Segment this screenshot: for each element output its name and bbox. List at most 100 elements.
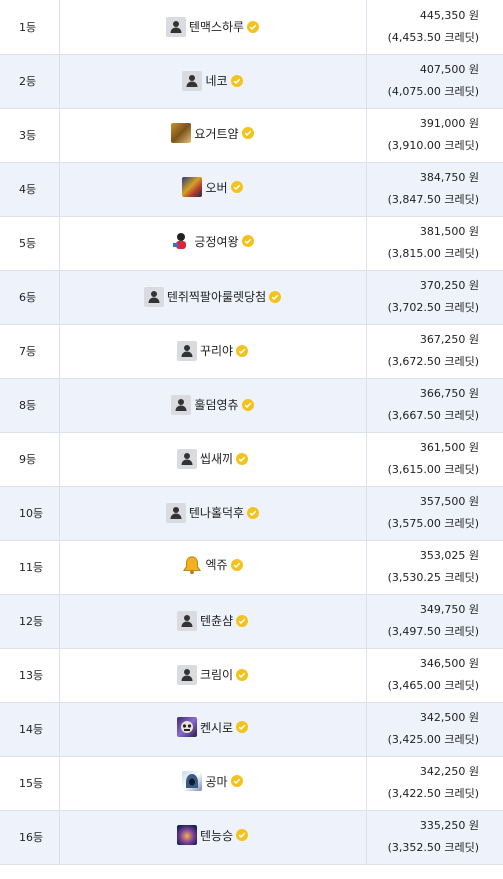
- table-row: 10등 텐나홀덕후 357,500 원 (3,575.00 크레딧): [0, 486, 503, 541]
- profile-image-icon: [182, 771, 203, 791]
- rank-cell: 7등: [0, 324, 60, 379]
- amount-credit: (3,702.50 크레딧): [387, 301, 479, 314]
- username: 텐맥스하루: [188, 20, 245, 34]
- profile-image-icon: [171, 231, 192, 251]
- verified-badge-icon: [236, 614, 249, 627]
- amount-won: 407,500 원: [419, 63, 479, 76]
- user-link[interactable]: 크림이: [176, 664, 249, 685]
- amount-won: 445,350 원: [419, 8, 479, 22]
- profile-image-icon: [176, 717, 197, 737]
- default-avatar-icon: [176, 340, 197, 361]
- verified-badge-icon: [236, 452, 249, 465]
- user-link[interactable]: 공마: [182, 771, 243, 791]
- amount-won: 370,250 원: [419, 279, 479, 292]
- table-row: 15등 공마 342,250 원 (3,422.50 크레딧): [0, 756, 503, 811]
- verified-badge-icon: [230, 74, 243, 87]
- username: 네코: [205, 74, 228, 89]
- verified-badge-icon: [241, 398, 254, 411]
- amount-credit: (3,667.50 크레딧): [387, 409, 479, 422]
- user-link[interactable]: 오버: [182, 177, 243, 197]
- rank-cell: 8등: [0, 378, 60, 433]
- rank-cell: 12등: [0, 594, 60, 649]
- table-row: 4등 오버 384,750 원 (3,847.50 크레딧): [0, 162, 503, 217]
- table-row: 7등 꾸리야 367,250 원 (3,672.50 크레딧): [0, 324, 503, 379]
- user-link[interactable]: 텐츈샴: [176, 610, 249, 631]
- table-row: 9등 씹새끼 361,500 원 (3,615.00 크레딧): [0, 432, 503, 487]
- rank-cell: 5등: [0, 216, 60, 271]
- table-row: 12등 텐츈샴 349,750 원 (3,497.50 크레딧): [0, 594, 503, 649]
- verified-badge-icon: [241, 127, 254, 139]
- default-avatar-icon: [165, 502, 186, 523]
- amount-won: 366,750 원: [419, 387, 479, 400]
- bell-icon: [182, 555, 202, 575]
- rank-cell: 15등: [0, 756, 60, 811]
- user-link[interactable]: 엑쥬: [182, 555, 243, 575]
- verified-badge-icon: [236, 344, 249, 357]
- username: 텐츈샴: [199, 614, 234, 629]
- username: 꾸리야: [199, 344, 234, 359]
- verified-badge-icon: [247, 20, 260, 33]
- user-link[interactable]: 텐나홀덕후: [165, 502, 260, 523]
- table-row: 6등 텐쥐찍팔아룰렛당첨 370,250 원 (3,702.50 크레딧): [0, 270, 503, 325]
- username: 텐쥐찍팔아룰렛당첨: [166, 290, 267, 305]
- amount-won: 367,250 원: [419, 333, 479, 346]
- amount-credit: (3,575.00 크레딧): [387, 517, 479, 530]
- amount-won: 349,750 원: [419, 603, 479, 616]
- table-row: 2등 네코 407,500 원 (4,075.00 크레딧): [0, 54, 503, 109]
- rank-cell: 3등: [0, 108, 60, 163]
- table-row: 11등 엑쥬 353,025 원 (3,530.25 크레딧): [0, 540, 503, 595]
- verified-badge-icon: [241, 235, 254, 247]
- user-link[interactable]: 켄시로: [176, 717, 249, 737]
- rank-cell: 11등: [0, 540, 60, 595]
- verified-badge-icon: [236, 829, 249, 841]
- user-link[interactable]: 씹새끼: [176, 448, 249, 469]
- user-link[interactable]: 텐맥스하루: [165, 16, 260, 37]
- username: 씹새끼: [199, 452, 234, 467]
- amount-credit: (3,847.50 크레딧): [387, 193, 479, 206]
- user-link[interactable]: 긍정여왕: [171, 231, 254, 251]
- user-link[interactable]: 네코: [182, 70, 243, 91]
- username: 공마: [205, 774, 228, 789]
- verified-badge-icon: [230, 181, 243, 193]
- user-link[interactable]: 요거트얌: [171, 123, 254, 143]
- username: 텐능승: [199, 828, 234, 843]
- amount-won: 361,500 원: [419, 441, 479, 454]
- rank-cell: 1등: [0, 0, 60, 55]
- table-row: 14등 켄시로 342,500 원 (3,425.00 크레딧): [0, 702, 503, 757]
- username: 텐나홀덕후: [188, 506, 245, 521]
- username: 긍정여왕: [194, 234, 239, 249]
- verified-badge-icon: [236, 721, 249, 733]
- rank-cell: 2등: [0, 54, 60, 109]
- amount-won: 335,250 원: [419, 819, 479, 832]
- amount-credit: (3,615.00 크레딧): [387, 463, 479, 476]
- profile-image-icon: [176, 825, 197, 845]
- amount-credit: (3,815.00 크레딧): [387, 247, 479, 260]
- ranking-table: 1등 텐맥스하루 445,350 원 (4,453.50 크레딧) 2등 네코: [0, 0, 503, 865]
- table-row: 13등 크림이 346,500 원 (3,465.00 크레딧): [0, 648, 503, 703]
- amount-credit: (3,422.50 크레딧): [387, 787, 479, 800]
- amount-credit: (3,497.50 크레딧): [387, 625, 479, 638]
- username: 켄시로: [199, 720, 234, 735]
- amount-won: 381,500 원: [419, 225, 479, 238]
- rank-cell: 4등: [0, 162, 60, 217]
- default-avatar-icon: [176, 664, 197, 685]
- amount-credit: (3,465.00 크레딧): [387, 679, 479, 692]
- rank-cell: 14등: [0, 702, 60, 757]
- amount-credit: (3,352.50 크레딧): [387, 841, 479, 854]
- table-row: 16등 텐능승 335,250 원 (3,352.50 크레딧): [0, 810, 503, 865]
- user-link[interactable]: 텐능승: [176, 825, 249, 845]
- amount-won: 353,025 원: [419, 549, 479, 562]
- verified-badge-icon: [247, 506, 260, 519]
- profile-image-icon: [182, 177, 203, 197]
- verified-badge-icon: [269, 290, 282, 303]
- default-avatar-icon: [176, 448, 197, 469]
- username: 오버: [205, 180, 228, 195]
- rank-cell: 9등: [0, 432, 60, 487]
- verified-badge-icon: [230, 558, 243, 571]
- default-avatar-icon: [143, 286, 164, 307]
- amount-won: 357,500 원: [419, 495, 479, 508]
- user-link[interactable]: 텐쥐찍팔아룰렛당첨: [143, 286, 282, 307]
- user-link[interactable]: 꾸리야: [176, 340, 249, 361]
- amount-credit: (3,530.25 크레딧): [387, 571, 479, 584]
- user-link[interactable]: 훌덤영츄: [171, 394, 254, 415]
